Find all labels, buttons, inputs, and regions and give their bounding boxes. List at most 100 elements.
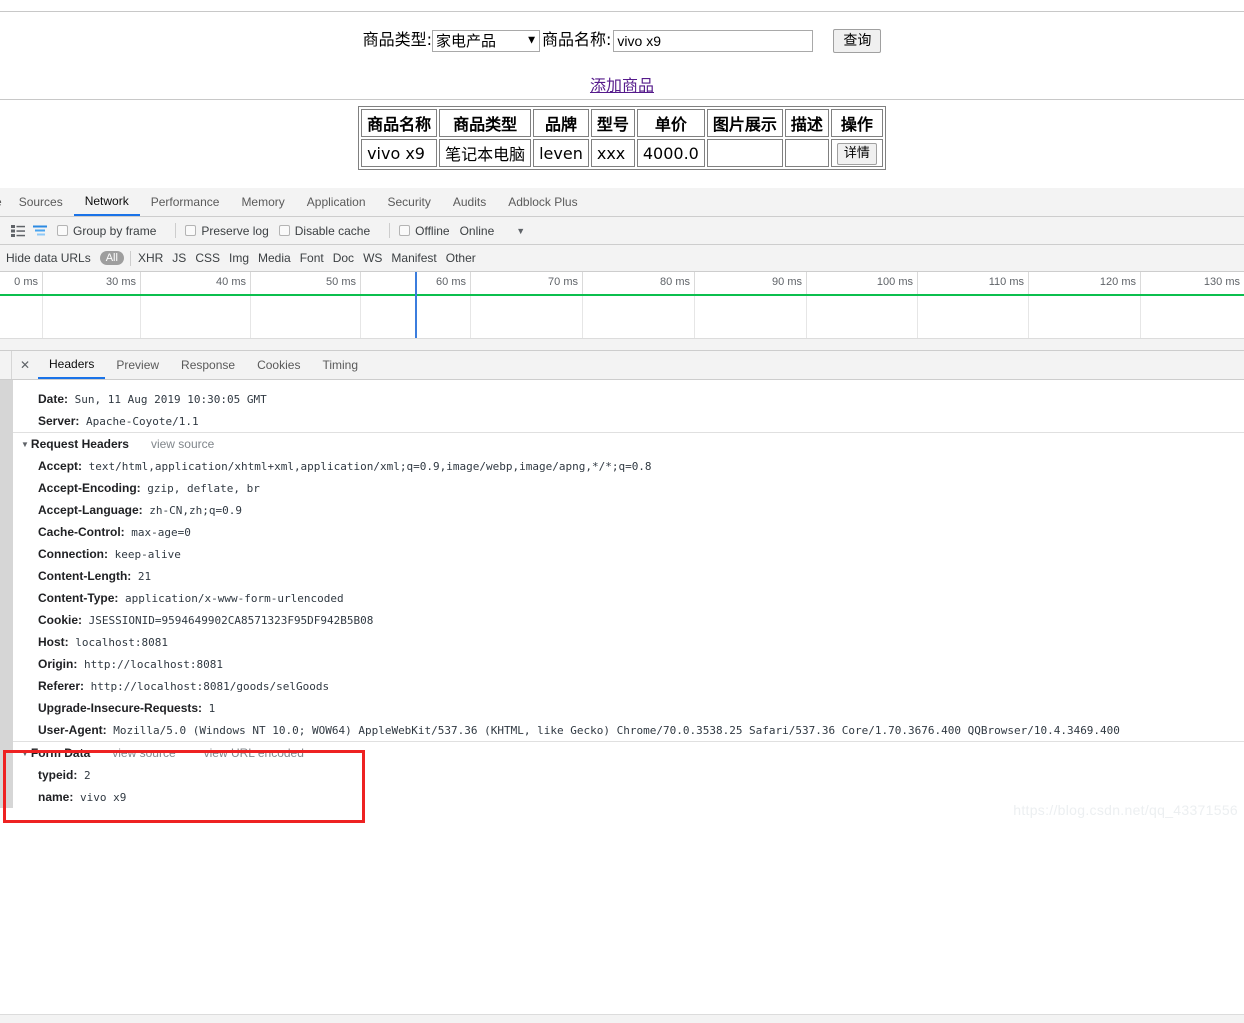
devtools-tab-audits[interactable]: Audits	[442, 188, 497, 216]
header-value: Mozilla/5.0 (Windows NT 10.0; WOW64) App…	[106, 724, 1120, 737]
toolbar-separator-2	[389, 223, 391, 238]
filter-type-xhr[interactable]: XHR	[138, 251, 163, 265]
timeline-tick-label: 70 ms	[548, 276, 578, 288]
detail-tab-preview[interactable]: Preview	[105, 351, 170, 379]
devtools-tab-security[interactable]: Security	[377, 188, 442, 216]
timeline-tick: 120 ms	[1028, 272, 1141, 294]
col-header-type: 商品类型	[439, 109, 532, 137]
filter-type-manifest[interactable]: Manifest	[391, 251, 436, 265]
timeline-tick-label: 100 ms	[876, 276, 913, 288]
filter-all[interactable]: All	[99, 251, 124, 265]
hide-data-urls-label[interactable]: Hide data URLs	[6, 251, 91, 265]
query-button[interactable]: 查询	[833, 28, 882, 53]
detail-gutter	[0, 351, 12, 379]
request-headers-section-header[interactable]: ▼ Request Headers view source	[13, 432, 1244, 455]
watermark: https://blog.csdn.net/qq_43371556	[1013, 802, 1238, 818]
header-value: Apache-Coyote/1.1	[79, 415, 199, 428]
close-icon[interactable]: ✕	[12, 351, 38, 379]
disable-cache-checkbox[interactable]	[278, 225, 290, 236]
waterfall-filmstrip-icon[interactable]	[29, 220, 51, 242]
triangle-down-icon[interactable]: ▼	[21, 434, 29, 456]
list-view-icon[interactable]	[7, 220, 29, 242]
timeline-gridline	[360, 296, 361, 338]
filter-type-doc[interactable]: Doc	[333, 251, 354, 265]
goods-name-input[interactable]: vivo x9	[613, 29, 814, 52]
devtools-tab-adblock-plus[interactable]: Adblock Plus	[497, 188, 588, 216]
timeline-gridline	[917, 296, 918, 338]
view-url-encoded-link[interactable]: view URL encoded	[204, 746, 304, 760]
timeline-ruler: 0 ms 30 ms 40 ms 50 ms 60 ms 70 ms 80 ms 90 ms 1…	[0, 272, 1244, 294]
header-row: Accept-Language: zh-CN,zh;q=0.9	[13, 499, 1244, 521]
view-source-link[interactable]: view source	[112, 746, 175, 760]
detail-button[interactable]: 详情	[836, 142, 877, 165]
header-value: keep-alive	[108, 548, 181, 561]
col-header-brand: 品牌	[533, 109, 589, 137]
devtools-tab-memory[interactable]: Memory	[230, 188, 295, 216]
filter-type-img[interactable]: Img	[229, 251, 249, 265]
filter-type-font[interactable]: Font	[300, 251, 324, 265]
filter-type-media[interactable]: Media	[258, 251, 291, 265]
timeline-tick: 130 ms	[1140, 272, 1244, 294]
detail-tab-headers[interactable]: Headers	[38, 351, 106, 379]
timeline-tick-label: 30 ms	[106, 276, 136, 288]
detail-tab-response[interactable]: Response	[170, 351, 246, 379]
header-key: Origin:	[38, 657, 78, 671]
goods-type-select[interactable]: 家电产品 ▼	[432, 29, 540, 52]
add-goods-link[interactable]: 添加商品	[590, 76, 654, 95]
chevron-down-icon[interactable]: ▼	[516, 226, 525, 236]
header-value: zh-CN,zh;q=0.9	[142, 504, 243, 517]
preserve-log-checkbox[interactable]	[185, 225, 197, 236]
top-divider	[0, 11, 1244, 12]
goods-type-label: 商品类型:	[362, 30, 432, 49]
header-key: Cookie:	[38, 613, 83, 627]
cell-action: 详情	[830, 139, 883, 167]
filter-type-css[interactable]: CSS	[195, 251, 220, 265]
triangle-down-icon[interactable]: ▼	[21, 743, 29, 765]
view-source-link[interactable]: view source	[151, 437, 214, 451]
offline-checkbox[interactable]	[399, 225, 411, 236]
header-row: Referer: http://localhost:8081/goods/sel…	[13, 675, 1244, 697]
timeline-tick: 0 ms	[0, 272, 43, 294]
timeline-tick: 70 ms	[470, 272, 583, 294]
devtools-tabs: eSourcesNetworkPerformanceMemoryApplicat…	[0, 188, 1244, 216]
timeline-tick: 100 ms	[806, 272, 918, 294]
devtools-tab-network[interactable]: Network	[73, 188, 140, 216]
header-row: Date: Sun, 11 Aug 2019 10:30:05 GMT	[13, 388, 1244, 410]
devtools-tab-e[interactable]: e	[0, 188, 8, 216]
devtools-tab-sources[interactable]: Sources	[8, 188, 74, 216]
timeline-tick-label: 60 ms	[436, 276, 466, 288]
detail-tab-cookies[interactable]: Cookies	[246, 351, 311, 379]
timeline-tick-label: 80 ms	[660, 276, 690, 288]
devtools-tab-performance[interactable]: Performance	[140, 188, 231, 216]
preserve-log-option[interactable]: Preserve log	[185, 224, 269, 238]
group-by-frame-label: Group by frame	[73, 223, 157, 238]
timeline-tick: 30 ms	[42, 272, 141, 294]
timeline-tick: 110 ms	[917, 272, 1029, 294]
request-detail-pane: ✕ Headers Preview Response Cookies Timing Da…	[0, 351, 1244, 808]
header-key: name:	[38, 790, 74, 804]
header-key: Cache-Control:	[38, 525, 125, 539]
network-toolbar: Group by frame Preserve log Disable cach…	[0, 217, 1244, 245]
form-data-section-header[interactable]: ▼ Form Data view source view URL encoded	[13, 741, 1244, 764]
group-by-frame-option[interactable]: Group by frame	[57, 224, 156, 238]
offline-option[interactable]: Offline	[399, 224, 450, 238]
timeline-gridline	[582, 296, 583, 338]
timeline-marker	[415, 272, 417, 338]
timeline-gridline	[1140, 296, 1141, 338]
devtools-tab-application[interactable]: Application	[296, 188, 377, 216]
header-value: Sun, 11 Aug 2019 10:30:05 GMT	[68, 393, 267, 406]
header-value: http://localhost:8081/goods/selGoods	[84, 680, 330, 693]
header-key: Date:	[38, 392, 69, 406]
filter-type-ws[interactable]: WS	[363, 251, 382, 265]
disable-cache-option[interactable]: Disable cache	[278, 224, 370, 238]
filter-type-js[interactable]: JS	[172, 251, 186, 265]
filter-type-other[interactable]: Other	[446, 251, 476, 265]
timeline-gridline	[694, 296, 695, 338]
cell-image	[706, 139, 783, 167]
group-by-frame-checkbox[interactable]	[57, 225, 68, 236]
header-row: Host: localhost:8081	[13, 631, 1244, 653]
throttling-select[interactable]: Online	[460, 224, 495, 238]
detail-left-strip	[0, 380, 12, 808]
detail-tab-timing[interactable]: Timing	[311, 351, 369, 379]
timeline-gridline	[806, 296, 807, 338]
